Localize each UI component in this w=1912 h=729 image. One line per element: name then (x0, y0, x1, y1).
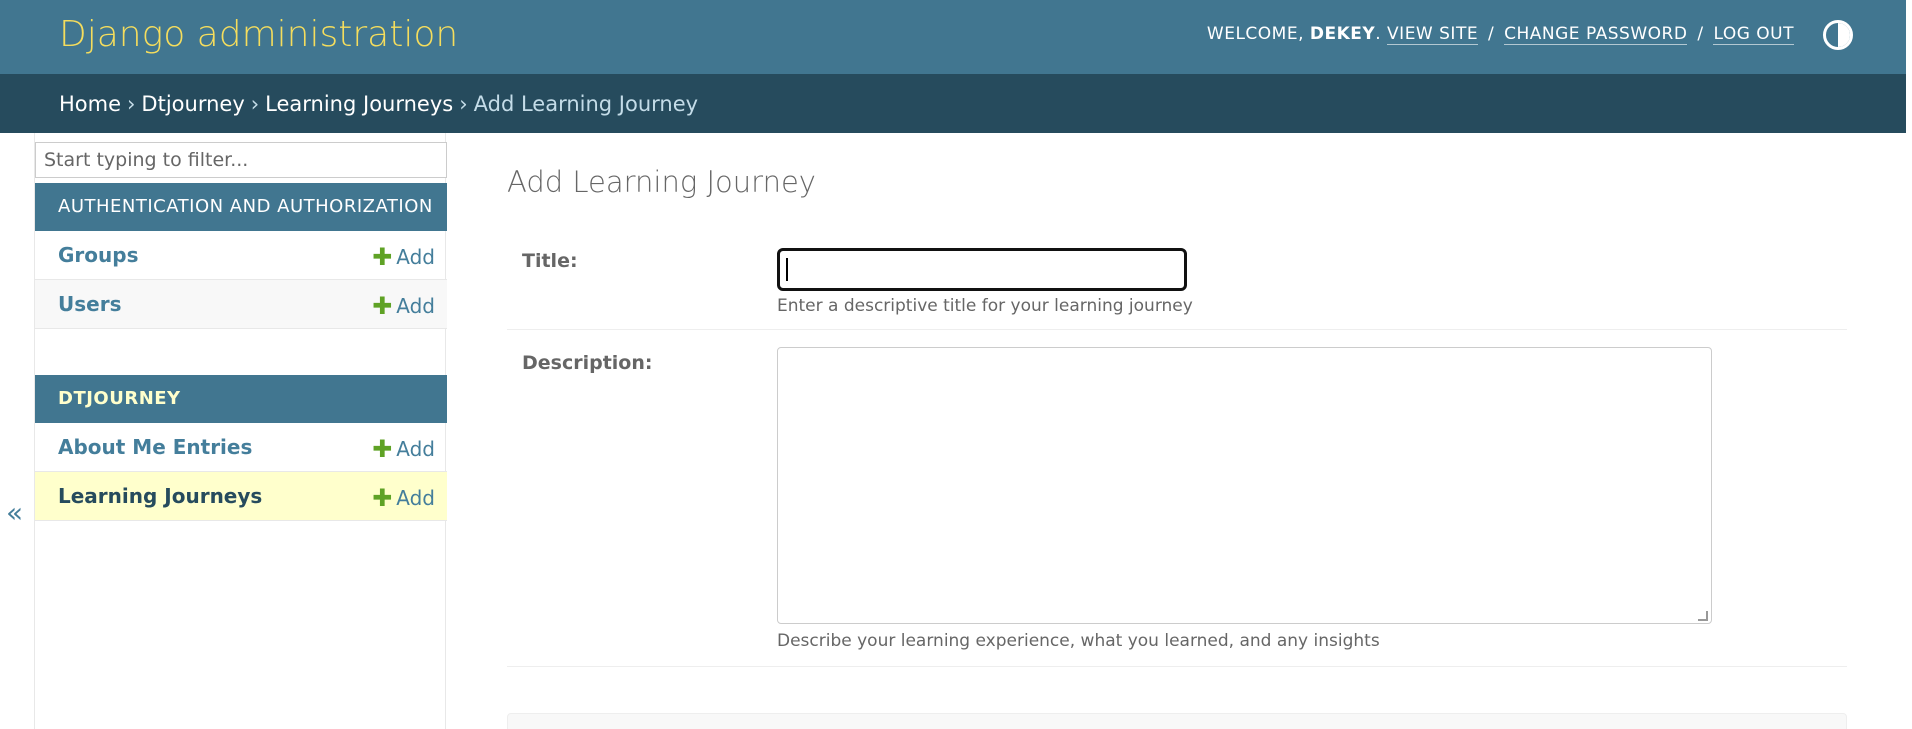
sidebar-item-label[interactable]: About Me Entries (58, 435, 252, 459)
sidebar-item-label[interactable]: Learning Journeys (58, 484, 262, 508)
add-learning-journeys-button[interactable]: ✚ Add (372, 483, 435, 512)
page-title: Add Learning Journey (507, 165, 816, 199)
title-input[interactable] (777, 248, 1187, 291)
add-groups-button[interactable]: ✚ Add (372, 242, 435, 271)
breadcrumb-separator: › (459, 92, 468, 116)
site-name[interactable]: Django administration (59, 14, 458, 55)
username: DEKEY (1309, 24, 1376, 44)
user-tools: WELCOME, DEKEY. VIEW SITE / CHANGE PASSW… (1206, 24, 1794, 45)
description-help-text: Describe your learning experience, what … (777, 631, 1380, 651)
welcome-prefix: WELCOME, (1206, 24, 1310, 44)
add-label: Add (396, 486, 435, 510)
add-users-button[interactable]: ✚ Add (372, 291, 435, 320)
admin-page: Django administration WELCOME, DEKEY. VI… (0, 0, 1912, 729)
description-textarea[interactable] (777, 347, 1712, 624)
theme-toggle-icon[interactable] (1823, 20, 1853, 50)
breadcrumb-home[interactable]: Home (59, 92, 121, 116)
sidebar-item-learning-journeys: Learning Journeys ✚ Add (35, 472, 447, 521)
collapse-sidebar-icon[interactable]: « (6, 496, 23, 529)
module-header-auth[interactable]: AUTHENTICATION AND AUTHORIZATION (35, 183, 447, 231)
breadcrumb-separator: › (127, 92, 136, 116)
separator: / (1697, 24, 1704, 44)
breadcrumb: Home › Dtjourney › Learning Journeys › Add Lea… (0, 74, 1906, 133)
plus-icon: ✚ (372, 484, 393, 512)
title-help-text: Enter a descriptive title for your learn… (777, 296, 1193, 316)
breadcrumb-current: Add Learning Journey (473, 92, 699, 116)
add-label: Add (396, 245, 435, 269)
sidebar-item-label[interactable]: Users (58, 292, 121, 316)
header: Django administration WELCOME, DEKEY. VI… (0, 0, 1906, 74)
breadcrumb-app[interactable]: Dtjourney (141, 92, 244, 116)
sidebar-item-about-me-entries: About Me Entries ✚ Add (35, 423, 447, 472)
log-out-link[interactable]: LOG OUT (1713, 24, 1794, 45)
add-about-me-entries-button[interactable]: ✚ Add (372, 434, 435, 463)
description-label: Description: (522, 352, 653, 374)
welcome-suffix: . (1375, 24, 1382, 44)
nav-sidebar: AUTHENTICATION AND AUTHORIZATION Groups … (34, 133, 447, 729)
plus-icon: ✚ (372, 243, 393, 271)
text-caret (786, 258, 788, 281)
theme-toggle-half (1838, 23, 1850, 47)
breadcrumb-separator: › (250, 92, 260, 116)
change-password-link[interactable]: CHANGE PASSWORD (1504, 24, 1688, 45)
add-label: Add (396, 437, 435, 461)
resize-grip-icon[interactable] (1698, 611, 1708, 621)
title-label: Title: (522, 250, 578, 272)
sidebar-item-groups: Groups ✚ Add (35, 231, 447, 280)
nav-filter-input[interactable] (35, 142, 447, 178)
sidebar-item-users: Users ✚ Add (35, 280, 447, 329)
separator: / (1487, 24, 1495, 44)
module-header-dtjourney[interactable]: DTJOURNEY (35, 375, 447, 423)
add-label: Add (396, 294, 435, 318)
sidebar-item-label[interactable]: Groups (58, 243, 138, 267)
main-content: Add Learning Journey Title: Enter a desc… (507, 133, 1847, 729)
view-site-link[interactable]: VIEW SITE (1387, 24, 1479, 45)
plus-icon: ✚ (372, 435, 393, 463)
plus-icon: ✚ (372, 292, 393, 320)
breadcrumb-model[interactable]: Learning Journeys (265, 92, 453, 116)
submit-row (507, 713, 1847, 729)
